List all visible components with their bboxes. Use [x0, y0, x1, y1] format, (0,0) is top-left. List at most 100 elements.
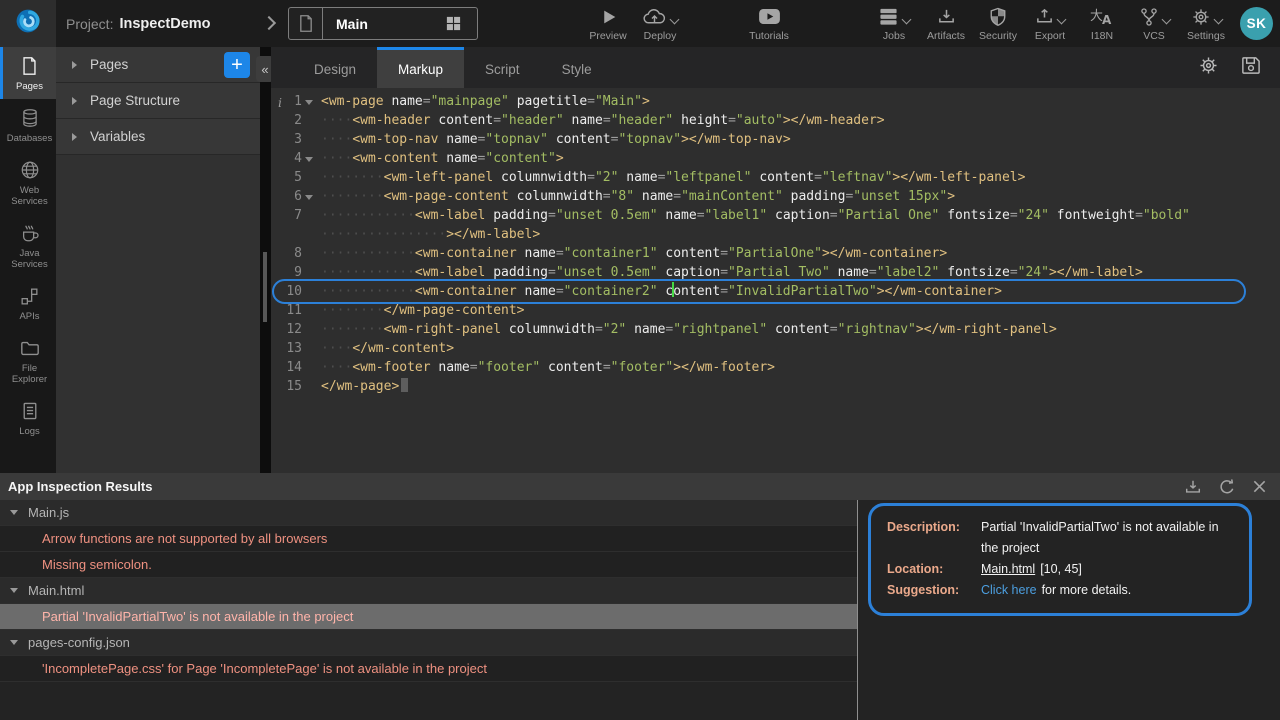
inspection-group-main-js[interactable]: Main.js [0, 500, 857, 526]
inspection-error-row[interactable]: Arrow functions are not supported by all… [0, 526, 857, 552]
code-line[interactable]: 4····<wm-content name="content"> [271, 149, 1280, 168]
chevron-right-icon[interactable] [262, 16, 276, 30]
description-label: Description: [887, 517, 975, 559]
topbar-action-i18n[interactable]: 大A I18N [1081, 5, 1123, 42]
topbar-action-export[interactable]: Export [1029, 5, 1071, 42]
code-token: ></wm-header> [783, 113, 885, 128]
chevron-down-icon[interactable] [10, 640, 18, 645]
topbar-action-vcs[interactable]: VCS [1133, 5, 1175, 42]
sidebar-item-apis[interactable]: APIs [0, 277, 56, 329]
save-icon[interactable] [1240, 55, 1261, 81]
close-button[interactable] [1252, 479, 1267, 494]
sidebar-item-pages[interactable]: Pages [0, 47, 56, 99]
download-button[interactable] [1184, 478, 1202, 496]
code-line[interactable]: 11········</wm-page-content> [271, 301, 1280, 320]
page-selector[interactable]: Main [288, 7, 478, 40]
code-token: ></wm-footer> [673, 360, 775, 375]
app-logo[interactable] [0, 0, 56, 47]
sidebar-item-databases[interactable]: Databases [0, 99, 56, 151]
refresh-button[interactable] [1218, 478, 1236, 496]
topbar-action-label: I18N [1091, 30, 1113, 42]
chevron-down-icon[interactable] [1213, 15, 1223, 25]
sidebar-item-logs[interactable]: Logs [0, 392, 56, 444]
chevron-down-icon[interactable] [670, 15, 680, 25]
grid-icon[interactable] [445, 15, 477, 32]
location-file-link[interactable]: Main.html [981, 562, 1035, 576]
code-line[interactable]: 5········<wm-left-panel columnwidth="2" … [271, 168, 1280, 187]
indent-guides: ···· [321, 113, 352, 128]
code-line[interactable]: 8············<wm-container name="contain… [271, 244, 1280, 263]
code-line[interactable]: 13····</wm-content> [271, 339, 1280, 358]
code-token: <wm-label [415, 265, 485, 280]
chevron-down-icon[interactable] [1057, 15, 1067, 25]
markup-settings-gear-icon[interactable] [1198, 55, 1219, 81]
code-line[interactable]: 2····<wm-header content="header" name="h… [271, 111, 1280, 130]
topbar-action-iconwrap: 大A [1090, 5, 1114, 28]
code-line[interactable]: 7············<wm-label padding="unset 0.… [271, 206, 1280, 225]
sidebar-item-file-explorer[interactable]: File Explorer [0, 329, 56, 392]
code-text: ········<wm-left-panel columnwidth="2" n… [315, 168, 1025, 187]
tab-markup[interactable]: Markup [377, 47, 464, 88]
code-editor[interactable]: i 1<wm-page name="mainpage" pagetitle="M… [271, 88, 1280, 473]
topbar-action-settings[interactable]: Settings [1185, 5, 1227, 42]
chevron-down-icon[interactable] [902, 15, 912, 25]
scrollbar-thumb[interactable] [263, 252, 267, 322]
inspection-body: Main.jsArrow functions are not supported… [0, 500, 1280, 720]
tab-script[interactable]: Script [464, 47, 541, 88]
wavemaker-logo-icon [14, 7, 42, 40]
code-token: ></wm-label> [1049, 265, 1143, 280]
code-line[interactable]: 14····<wm-footer name="footer" content="… [271, 358, 1280, 377]
tree-section-variables[interactable]: Variables [56, 119, 260, 155]
chevron-down-icon[interactable] [10, 510, 18, 515]
code-line[interactable]: 6········<wm-page-content columnwidth="8… [271, 187, 1280, 206]
topbar-action-preview[interactable]: Preview [587, 5, 629, 42]
tab-style[interactable]: Style [541, 47, 613, 88]
code-token: = [673, 189, 681, 204]
code-line[interactable]: 12········<wm-right-panel columnwidth="2… [271, 320, 1280, 339]
user-avatar[interactable]: SK [1240, 7, 1273, 40]
code-line[interactable]: ················></wm-label> [271, 225, 1280, 244]
topbar-action-tutorials[interactable]: Tutorials [748, 5, 790, 42]
line-number: 1 [271, 92, 315, 111]
inspection-group-pages-config-json[interactable]: pages-config.json [0, 630, 857, 656]
code-line[interactable]: 15</wm-page> [271, 377, 1280, 396]
code-token: padding [485, 265, 548, 280]
fold-caret-icon[interactable] [305, 157, 313, 162]
tree-section-page-structure[interactable]: Page Structure [56, 83, 260, 119]
topbar-action-artifacts[interactable]: Artifacts [925, 5, 967, 42]
sidebar-item-web-services[interactable]: Web Services [0, 151, 56, 214]
code-token: "leftpanel" [665, 170, 751, 185]
sidebar-item-java-services[interactable]: Java Services [0, 214, 56, 277]
suggestion-link[interactable]: Click here [981, 583, 1037, 597]
inspection-group-main-html[interactable]: Main.html [0, 578, 857, 604]
code-token: "mainContent" [681, 189, 783, 204]
chevron-down-icon[interactable] [10, 588, 18, 593]
code-token: name [517, 246, 556, 261]
indent-guides: ············ [321, 208, 415, 223]
inspection-error-row[interactable]: Missing semicolon. [0, 552, 857, 578]
code-token: "Partial One" [838, 208, 940, 223]
inspection-error-row[interactable]: Partial 'InvalidPartialTwo' is not avail… [0, 604, 857, 630]
tree-section-pages[interactable]: Pages+ [56, 47, 260, 83]
code-line[interactable]: 10············<wm-container name="contai… [271, 282, 1280, 301]
fold-caret-icon[interactable] [305, 195, 313, 200]
fold-caret-icon[interactable] [305, 100, 313, 105]
code-line[interactable]: 1<wm-page name="mainpage" pagetitle="Mai… [271, 92, 1280, 111]
topbar-action-security[interactable]: Security [977, 5, 1019, 42]
add-page-button[interactable]: + [224, 52, 250, 78]
inspection-error-row[interactable]: 'IncompletePage.css' for Page 'Incomplet… [0, 656, 857, 682]
logs-icon [22, 400, 38, 422]
code-token: = [1135, 208, 1143, 223]
indent-guides: ················ [321, 227, 446, 242]
topbar-action-jobs[interactable]: Jobs [873, 5, 915, 42]
topbar-action-deploy[interactable]: Deploy [639, 5, 681, 42]
location-position: [10, 45] [1040, 562, 1082, 576]
page-file-icon [289, 8, 323, 39]
code-line[interactable]: 9············<wm-label padding="unset 0.… [271, 263, 1280, 282]
chevron-down-icon[interactable] [1161, 15, 1171, 25]
tab-design[interactable]: Design [293, 47, 377, 88]
code-token: caption [767, 208, 830, 223]
line-number: 9 [271, 263, 315, 282]
code-line[interactable]: 3····<wm-top-nav name="topnav" content="… [271, 130, 1280, 149]
artifacts-icon [937, 7, 956, 26]
